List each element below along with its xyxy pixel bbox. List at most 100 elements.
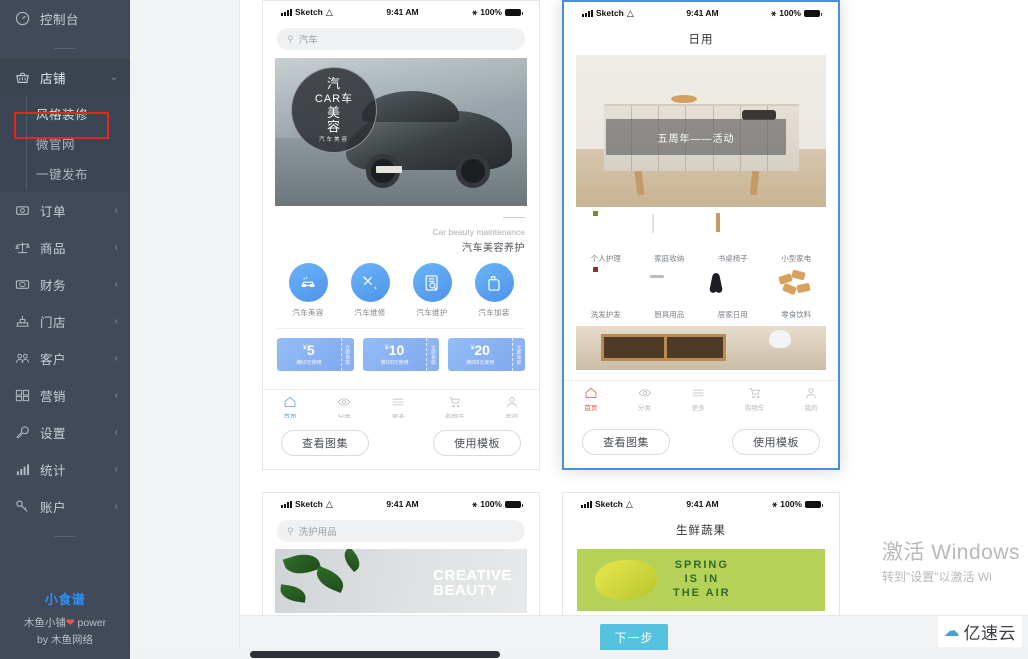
template-card-daily[interactable]: Sketch △ 9:41 AM ⚹ 100% 日用 五周年——活动 个人护理 …	[562, 0, 840, 470]
sidebar-item-finance[interactable]: 财务 ‹	[0, 266, 130, 303]
search-input[interactable]: ⚲ 洗护用品	[277, 520, 525, 542]
cloud-icon: ☁	[943, 622, 960, 640]
status-right: ⚹ 100%	[772, 499, 823, 510]
grid-item-haircare[interactable]: 洗发护发	[574, 271, 638, 320]
sidebar-item-orders[interactable]: 订单 ‹	[0, 192, 130, 229]
status-left: Sketch △	[281, 499, 333, 510]
tab-category[interactable]: 分类	[638, 386, 652, 412]
sidebar-item-customer[interactable]: 客户 ‹	[0, 340, 130, 377]
tab-label: 购物车	[744, 405, 765, 412]
sidebar-item-marketing[interactable]: 营销 ‹	[0, 377, 130, 414]
grid-item-home-daily[interactable]: 居家日用	[701, 271, 765, 320]
grid-item-kitchenware[interactable]: 厨具用品	[638, 271, 702, 320]
coupon-value: ¥5	[303, 343, 315, 357]
eye-icon	[638, 389, 651, 397]
snack-icon	[778, 269, 813, 305]
battery-icon	[805, 500, 823, 508]
category-car-repair[interactable]: 汽车维修	[350, 263, 390, 318]
tab-cart[interactable]: 购物车	[445, 395, 465, 418]
tab-more[interactable]: 更多	[391, 395, 405, 418]
purifier-icon	[779, 215, 813, 249]
tab-cart[interactable]: 购物车	[744, 386, 765, 412]
search-input[interactable]: ⚲ 汽车	[277, 28, 525, 50]
carrier-label: Sketch	[295, 7, 323, 17]
sidebar-subitem-one-click-publish[interactable]: 一键发布	[0, 156, 130, 190]
carrier-label: Sketch	[595, 499, 623, 509]
coupon-item[interactable]: ¥20 满200元使用 立即领取	[448, 338, 526, 371]
grid-item-desk[interactable]: 书桌椅子	[701, 213, 765, 264]
coupon-item[interactable]: ¥5 满50元使用 立即领取	[277, 338, 354, 371]
sidebar-item-dashboard[interactable]: 控制台	[0, 0, 130, 37]
sidebar-subitem-micro-site[interactable]: 微官网	[0, 126, 130, 160]
grid-item-personal-care[interactable]: 个人护理	[574, 215, 638, 264]
next-step-button[interactable]: 下一步	[600, 624, 668, 651]
chevron-down-icon: ⌄	[109, 71, 118, 83]
cabinet-leg-left	[634, 170, 645, 196]
logo-line-2: CAR车	[314, 93, 354, 106]
scrollbar-thumb[interactable]	[250, 651, 500, 658]
bottle-red-icon	[589, 271, 623, 305]
tab-label: 分类	[337, 414, 351, 418]
status-bar: Sketch △ 9:41 AM ⚹ 100%	[263, 1, 539, 23]
tab-home[interactable]: 首页	[283, 395, 297, 418]
finance-icon	[14, 276, 31, 293]
leaf-shape	[282, 549, 322, 579]
grid-item-appliances[interactable]: 小型家电	[765, 215, 829, 264]
signal-icon	[581, 500, 592, 508]
user-icon	[507, 397, 517, 408]
use-template-button[interactable]: 使用模板	[732, 429, 820, 455]
category-car-addon[interactable]: 汽车加装	[474, 263, 514, 318]
view-gallery-button[interactable]: 查看图集	[281, 430, 369, 457]
caption-rule	[503, 217, 525, 218]
sidebar-subitem-style-decoration[interactable]: 风格装修	[0, 96, 130, 130]
sidebar-item-settings[interactable]: 设置 ‹	[0, 414, 130, 451]
user-icon	[806, 388, 816, 399]
sidebar-item-label: 统计	[40, 464, 67, 478]
menu-icon	[692, 389, 704, 397]
category-car-beauty[interactable]: 汽车美容	[288, 263, 328, 318]
coupon-number: 20	[474, 342, 490, 358]
sidebar-item-store[interactable]: 门店 ‹	[0, 303, 130, 340]
battery-label: 100%	[779, 8, 801, 18]
tab-label: 首页	[584, 405, 598, 412]
tab-profile[interactable]: 我的	[505, 395, 519, 418]
bluetooth-icon: ⚹	[472, 6, 478, 17]
chevron-left-icon: ‹	[114, 500, 118, 512]
search-value: 汽车	[298, 35, 318, 46]
view-gallery-button[interactable]: 查看图集	[582, 429, 670, 455]
shelf-shape	[601, 333, 726, 362]
category-car-maintenance[interactable]: 汽车维护	[412, 263, 452, 318]
sidebar-item-label: 门店	[40, 316, 67, 330]
signal-icon	[281, 500, 292, 508]
sidebar-powered-by: 木鱼小铺❤ power by 木鱼网络	[0, 615, 130, 648]
customer-icon	[14, 350, 31, 367]
bottom-tabbar: 首页 分类 更多 购物车 我的	[564, 380, 838, 416]
goods-icon	[14, 239, 31, 256]
powered-company: by 木鱼网络	[36, 633, 93, 646]
sidebar-item-shop[interactable]: 店铺 ⌄	[0, 59, 130, 96]
category-label: 汽车维护	[416, 308, 448, 317]
horizontal-scrollbar[interactable]	[130, 650, 1028, 659]
grid-item-snacks[interactable]: 零食饮料	[765, 269, 829, 320]
sidebar-item-goods[interactable]: 商品 ‹	[0, 229, 130, 266]
use-template-button[interactable]: 使用模板	[433, 430, 521, 457]
sidebar-subitem-label: 一键发布	[36, 167, 89, 182]
grid-item-storage[interactable]: 家庭收纳	[638, 214, 702, 264]
coupon-item[interactable]: ¥10 满100元使用 立即领取	[362, 338, 440, 371]
sidebar-item-label: 财务	[40, 279, 67, 293]
tab-home[interactable]: 首页	[584, 386, 598, 412]
template-card-car[interactable]: Sketch △ 9:41 AM ⚹ 100% ⚲ 汽车 汽 CAR车 美 容 …	[262, 0, 540, 470]
tab-profile[interactable]: 我的	[804, 386, 818, 412]
coupon-value: ¥20	[470, 343, 489, 357]
status-bar: Sketch △ 9:41 AM ⚹ 100%	[263, 493, 539, 515]
tab-more[interactable]: 更多	[691, 386, 705, 412]
category-label: 汽车加装	[478, 308, 510, 317]
chevron-left-icon: ‹	[114, 204, 118, 216]
sidebar-item-stats[interactable]: 统计 ‹	[0, 451, 130, 488]
sidebar: 控制台 店铺 ⌄ 风格装修 微官网 一键发布 订单 ‹ 商品 ‹ 财务 ‹ 门店…	[0, 0, 130, 659]
phone-preview: Sketch △ 9:41 AM ⚹ 100% 日用 五周年——活动 个人护理 …	[564, 2, 838, 416]
sidebar-item-account[interactable]: 账户 ‹	[0, 488, 130, 525]
tab-category[interactable]: 分类	[337, 395, 351, 418]
battery-icon	[804, 9, 822, 17]
sidebar-item-label: 账户	[40, 501, 67, 515]
